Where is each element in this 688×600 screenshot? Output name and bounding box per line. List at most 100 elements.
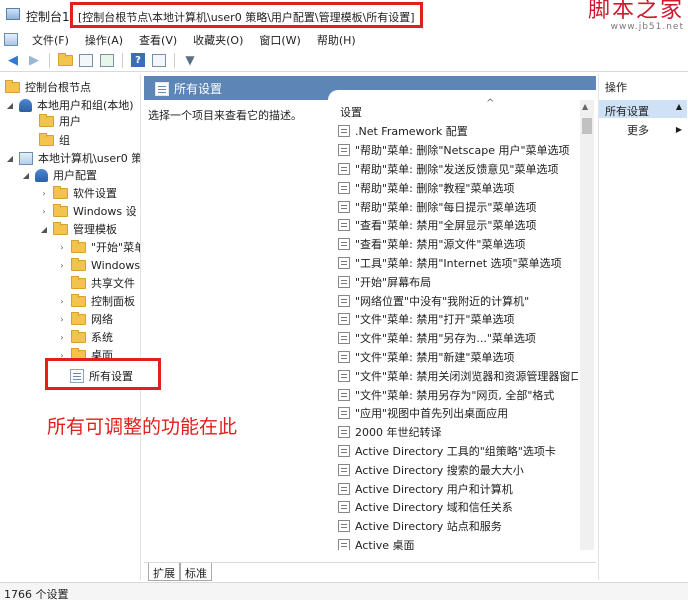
chevron-down-icon[interactable]: ◢ (39, 225, 49, 234)
list-item[interactable]: "帮助"菜单: 删除"每日提示"菜单选项 (338, 197, 578, 216)
list-item[interactable]: Active Directory 域和信任关系 (338, 498, 578, 517)
chevron-right-icon[interactable]: › (57, 297, 67, 306)
tree-label: "开始"菜单 (91, 241, 141, 254)
tree-item-users[interactable]: 用户 (39, 112, 81, 130)
list-item[interactable]: Active Directory 用户和计算机 (338, 479, 578, 498)
tree-item-user-config[interactable]: ◢ 用户配置 (21, 166, 97, 184)
menu-window[interactable]: 窗口(W) (251, 32, 308, 48)
list-item[interactable]: Active Directory 工具的"组策略"选项卡 (338, 442, 578, 461)
forward-button[interactable]: ▶ (25, 51, 43, 69)
column-header-setting[interactable]: 设置 (340, 104, 362, 120)
all-settings-highlight: 所有设置 (45, 358, 161, 390)
tree-item-start-menu[interactable]: › "开始"菜单 (57, 238, 141, 256)
status-bar: 1766 个设置 (0, 582, 688, 600)
policy-setting-icon (338, 125, 350, 138)
tree-item-windows-components[interactable]: › Windows (57, 256, 140, 274)
folder-icon (71, 311, 86, 325)
tree-label: 网络 (91, 313, 113, 326)
list-item[interactable]: "查看"菜单: 禁用"源文件"菜单选项 (338, 235, 578, 254)
list-item-label: 2000 年世纪转译 (355, 426, 442, 440)
tree-item-system[interactable]: › 系统 (57, 328, 113, 346)
menu-view[interactable]: 查看(V) (131, 32, 185, 48)
list-item[interactable]: "帮助"菜单: 删除"Netscape 用户"菜单选项 (338, 141, 578, 160)
list-item[interactable]: "文件"菜单: 禁用"另存为..."菜单选项 (338, 329, 578, 348)
tree-item-software[interactable]: › 软件设置 (39, 184, 117, 202)
actions-title: 操作 (605, 81, 627, 94)
filter-button[interactable]: ▼ (181, 51, 199, 69)
menu-bar: 文件(F) 操作(A) 查看(V) 收藏夹(O) 窗口(W) 帮助(H) (0, 30, 688, 49)
console-tree: 控制台根节点 ◢ 本地用户和组(本地) 用户 组 ◢ 本地计算机\user0 策… (1, 74, 141, 580)
actions-section-all-settings[interactable]: 所有设置 (599, 100, 687, 118)
tab-extended[interactable]: 扩展 (148, 563, 180, 581)
mmc-menu-icon[interactable] (4, 33, 18, 46)
policy-setting-icon (338, 482, 350, 495)
header-curve (328, 90, 596, 100)
menu-favorites[interactable]: 收藏夹(O) (185, 32, 251, 48)
list-item[interactable]: "网络位置"中没有"我附近的计算机" (338, 291, 578, 310)
console-tree-icon (79, 53, 93, 67)
list-item[interactable]: 2000 年世纪转译 (338, 423, 578, 442)
settings-list-icon (70, 369, 84, 383)
chevron-down-icon[interactable]: ◢ (5, 101, 15, 110)
chevron-right-icon[interactable]: ▶ (676, 125, 682, 134)
chevron-right-icon[interactable]: › (57, 243, 67, 252)
scroll-up-icon[interactable]: ▲ (582, 102, 588, 111)
chevron-right-icon[interactable]: › (39, 207, 49, 216)
list-item[interactable]: "工具"菜单: 禁用"Internet 选项"菜单选项 (338, 254, 578, 273)
help-button[interactable]: ? (129, 51, 147, 69)
list-item[interactable]: "文件"菜单: 禁用"新建"菜单选项 (338, 348, 578, 367)
list-item[interactable]: "文件"菜单: 禁用关闭浏览器和资源管理器窗口 (338, 366, 578, 385)
export-list-button[interactable] (98, 51, 116, 69)
list-item[interactable]: "帮助"菜单: 删除"教程"菜单选项 (338, 178, 578, 197)
list-item[interactable]: Active Directory 站点和服务 (338, 517, 578, 536)
menu-help[interactable]: 帮助(H) (309, 32, 364, 48)
policy-setting-icon (338, 144, 350, 157)
results-header-title: 所有设置 (155, 80, 222, 97)
chevron-right-icon[interactable]: › (57, 315, 67, 324)
list-item[interactable]: "查看"菜单: 禁用"全屏显示"菜单选项 (338, 216, 578, 235)
up-level-button[interactable] (56, 51, 74, 69)
show-hide-tree-button[interactable] (77, 51, 95, 69)
menu-action[interactable]: 操作(A) (77, 32, 131, 48)
policy-setting-icon (338, 444, 350, 457)
tree-item-all-settings[interactable]: 所有设置 (70, 367, 133, 385)
list-item[interactable]: "文件"菜单: 禁用另存为"网页, 全部"格式 (338, 385, 578, 404)
chevron-right-icon[interactable]: › (57, 333, 67, 342)
actions-pane: 操作 所有设置 ▲ 更多 ▶ (598, 74, 688, 580)
list-item-label: Active Directory 域和信任关系 (355, 501, 513, 515)
policy-setting-icon (338, 369, 350, 382)
chevron-right-icon[interactable]: › (39, 189, 49, 198)
tree-item-admin-templates[interactable]: ◢ 管理模板 (39, 220, 117, 238)
list-item[interactable]: "应用"视图中首先列出桌面应用 (338, 404, 578, 423)
tree-item-root[interactable]: 控制台根节点 (5, 78, 91, 96)
list-item-label: "查看"菜单: 禁用"全屏显示"菜单选项 (355, 219, 537, 233)
chevron-right-icon[interactable]: › (57, 261, 67, 270)
chevron-up-icon[interactable]: ▲ (676, 102, 682, 111)
menu-file[interactable]: 文件(F) (24, 32, 77, 48)
list-item[interactable]: .Net Framework 配置 (338, 122, 578, 141)
scrollbar-thumb[interactable] (582, 118, 592, 134)
chevron-down-icon[interactable]: ◢ (21, 171, 31, 180)
list-item[interactable]: "帮助"菜单: 删除"发送反馈意见"菜单选项 (338, 160, 578, 179)
tree-label: 系统 (91, 331, 113, 344)
list-item-label: "网络位置"中没有"我附近的计算机" (355, 294, 530, 308)
tab-standard[interactable]: 标准 (180, 563, 212, 581)
list-item[interactable]: Active 桌面 (338, 536, 578, 550)
chevron-down-icon[interactable]: ◢ (5, 154, 15, 163)
vertical-scrollbar[interactable] (580, 100, 594, 550)
tree-item-network[interactable]: › 网络 (57, 310, 113, 328)
folder-icon (71, 275, 86, 289)
tree-label: 用户配置 (53, 169, 97, 182)
tree-item-groups[interactable]: 组 (39, 131, 70, 149)
tree-item-local-computer[interactable]: ◢ 本地计算机\user0 策 (5, 149, 140, 167)
list-item-label: "查看"菜单: 禁用"源文件"菜单选项 (355, 238, 526, 252)
tree-item-windows-settings[interactable]: › Windows 设 (39, 202, 137, 220)
list-item[interactable]: Active Directory 搜索的最大大小 (338, 460, 578, 479)
list-item[interactable]: "开始"屏幕布局 (338, 272, 578, 291)
tree-item-control-panel[interactable]: › 控制面板 (57, 292, 135, 310)
show-action-pane-button[interactable] (150, 51, 168, 69)
tree-item-shared-folders[interactable]: 共享文件 (71, 274, 135, 292)
actions-more[interactable]: 更多 (627, 122, 649, 138)
list-item[interactable]: "文件"菜单: 禁用"打开"菜单选项 (338, 310, 578, 329)
back-button[interactable]: ◀ (4, 51, 22, 69)
